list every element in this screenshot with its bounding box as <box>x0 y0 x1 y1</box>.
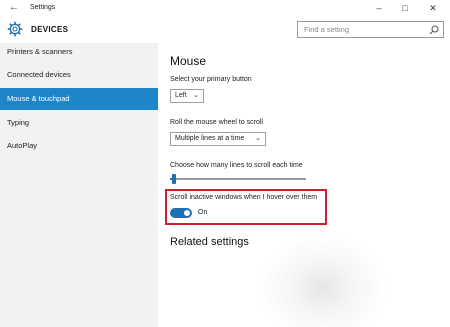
primary-button-value: Left <box>175 92 187 99</box>
sidebar-item-connected-devices[interactable]: Connected devices <box>0 64 158 86</box>
search-input[interactable]: Find a setting <box>297 21 444 38</box>
maximize-icon[interactable]: □ <box>394 1 416 15</box>
sidebar-item-label: Mouse & touchpad <box>7 94 70 103</box>
sidebar-item-mouse-touchpad[interactable]: Mouse & touchpad <box>0 88 158 110</box>
back-arrow-icon[interactable]: ← <box>9 2 19 13</box>
slider-thumb[interactable] <box>172 174 177 184</box>
sidebar-item-label: AutoPlay <box>7 141 38 150</box>
sidebar: Printers & scanners Connected devices Mo… <box>0 43 158 327</box>
sidebar-item-label: Typing <box>7 118 30 127</box>
minimize-icon[interactable]: – <box>368 1 390 15</box>
sidebar-item-printers-scanners[interactable]: Printers & scanners <box>0 41 158 63</box>
primary-button-label: Select your primary button <box>170 76 252 83</box>
inactive-scroll-toggle[interactable] <box>170 208 192 218</box>
primary-button-dropdown[interactable]: Left ⌄ <box>170 89 204 103</box>
sidebar-item-label: Printers & scanners <box>7 47 73 56</box>
section-title: Mouse <box>170 54 207 68</box>
sidebar-item-typing[interactable]: Typing <box>0 112 158 134</box>
related-settings-title: Related settings <box>170 236 249 248</box>
chevron-down-icon: ⌄ <box>193 92 199 99</box>
scroll-wheel-dropdown[interactable]: Multiple lines at a time ⌄ <box>170 132 266 146</box>
gear-icon <box>7 21 23 37</box>
sidebar-item-autoplay[interactable]: AutoPlay <box>0 135 158 157</box>
toggle-knob <box>184 210 190 216</box>
search-placeholder: Find a setting <box>304 25 350 34</box>
scroll-wheel-value: Multiple lines at a time <box>175 135 245 142</box>
chevron-down-icon: ⌄ <box>255 135 261 142</box>
scroll-wheel-label: Roll the mouse wheel to scroll <box>170 119 263 126</box>
inactive-scroll-label: Scroll inactive windows when I hover ove… <box>170 194 318 201</box>
sidebar-item-label: Connected devices <box>7 70 71 79</box>
lines-to-scroll-label: Choose how many lines to scroll each tim… <box>170 162 303 169</box>
title-bar: ← Settings – □ ✕ <box>0 0 450 17</box>
page-title: DEVICES <box>31 25 69 34</box>
background-glow <box>258 233 388 327</box>
window-title: Settings <box>30 4 56 11</box>
search-icon <box>429 25 439 35</box>
lines-to-scroll-slider[interactable] <box>170 178 306 180</box>
toggle-state-label: On <box>198 209 208 216</box>
main-content: Mouse Select your primary button Left ⌄ … <box>158 43 450 327</box>
close-icon[interactable]: ✕ <box>422 1 444 15</box>
